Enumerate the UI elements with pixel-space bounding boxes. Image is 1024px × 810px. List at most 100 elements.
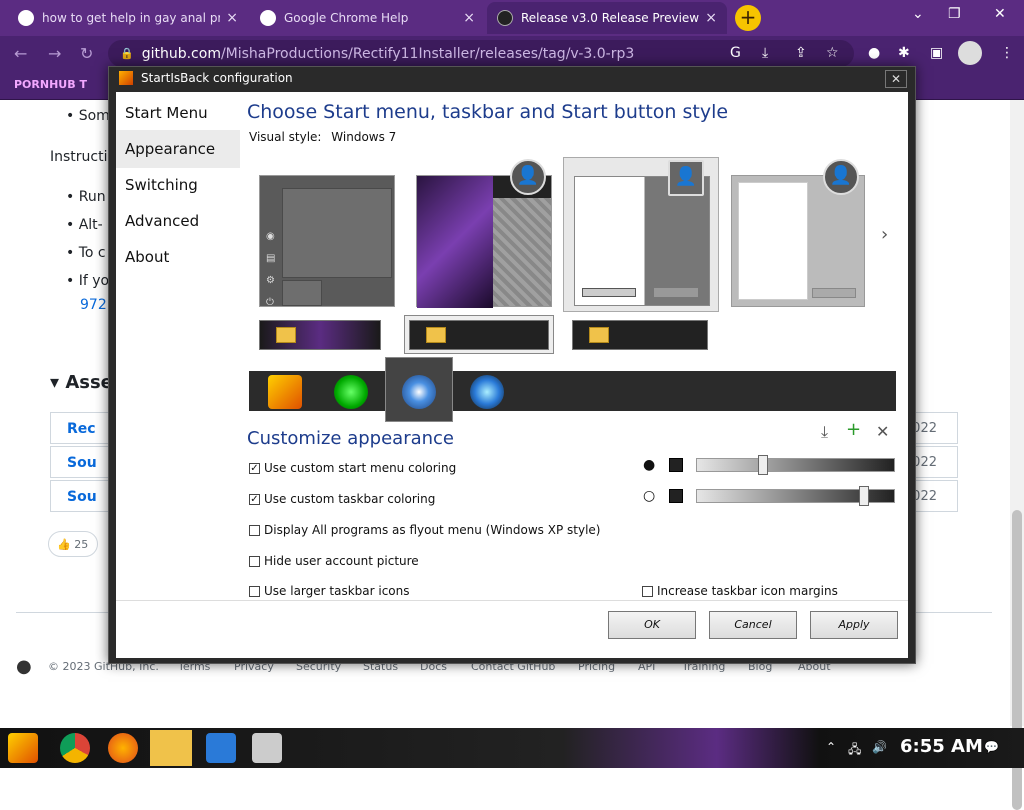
close-icon[interactable]: × [463,10,475,26]
install-icon[interactable]: ⤓ [762,45,768,61]
browser-toolbar: ← → ↻ 🔒 github.com /MishaProductions/Rec… [0,36,1024,70]
start-style-windows10[interactable]: ◉ ▤ ⚙ ⏻ [259,175,395,308]
explorer-taskbar-icon[interactable] [150,730,192,766]
nav-item-advanced[interactable]: Advanced [116,202,240,240]
document-taskbar-icon[interactable] [252,733,282,763]
bullet-text: • Som [66,108,110,124]
start-style-vista[interactable] [731,175,865,307]
remove-icon[interactable]: ✕ [876,422,889,441]
checkbox-custom-start[interactable]: ✓ [249,462,260,474]
orb-clover[interactable] [334,375,368,409]
assets-heading[interactable]: ▾ Asse [50,372,113,393]
dialog-close-button[interactable]: ✕ [885,70,907,88]
start-settings-taskbar-icon[interactable] [206,733,236,763]
tab-chrome-help[interactable]: Google Chrome Help × [250,2,485,34]
reaction-button[interactable]: 👍 25 [48,531,98,557]
tab-title: Google Chrome Help [284,11,409,25]
windows-taskbar: ⌃ 🖧 🔊 6:55 AM 💬 [0,728,1024,768]
checkbox-flyout[interactable] [249,524,260,536]
apply-button[interactable]: Apply [810,611,898,639]
share-icon[interactable]: ⇪ [795,45,807,61]
page-scrollbar[interactable] [1010,100,1024,810]
taskbar-style-dark[interactable] [572,320,708,350]
start-style-custom[interactable] [416,175,552,308]
start-button[interactable] [8,733,38,763]
visual-style[interactable]: Visual style: Windows 7 [249,130,396,144]
user-avatar-icon: 👤 [823,159,859,195]
taskbar-color-swatch[interactable] [669,489,683,503]
menu-icon[interactable]: ⋮ [1000,45,1014,61]
orb-windows-blue[interactable] [470,375,504,409]
option-flyout-menu[interactable]: Display All programs as flyout menu (Win… [249,523,600,537]
close-icon[interactable]: × [226,10,238,26]
nav-item-about[interactable]: About [116,238,240,276]
chevron-up-icon[interactable]: ⌃ [826,740,836,754]
google-lens-icon[interactable]: G [730,45,741,61]
chrome-taskbar-icon[interactable] [60,733,90,763]
start-opacity-slider[interactable] [696,455,895,475]
option-label: Increase taskbar icon margins [657,584,838,598]
close-icon[interactable]: × [705,10,717,26]
asset-name[interactable]: Rec [67,421,96,437]
profile-avatar[interactable] [958,41,982,65]
link-text[interactable]: 972 [80,297,107,313]
google-icon [18,10,34,26]
restore-icon[interactable]: ❐ [948,6,961,22]
nav-item-switching[interactable]: Switching [116,166,240,204]
slider-thumb[interactable] [859,486,869,506]
option-custom-taskbar-coloring[interactable]: ✓ Use custom taskbar coloring [249,492,435,506]
tab-release[interactable]: Release v3.0 Release Preview 3 × [487,2,727,34]
taskbar-opacity-slider[interactable] [696,486,895,506]
checkbox-hide-account[interactable] [249,555,260,567]
asset-name[interactable]: Sou [67,455,97,471]
chevron-down-icon[interactable]: ⌄ [912,6,924,22]
instructions-text: Instructio [50,149,117,165]
forward-icon[interactable]: → [48,44,61,63]
bookmark-item[interactable]: PORNHUB T [14,78,87,91]
asset-name[interactable]: Sou [67,489,97,505]
ok-button[interactable]: OK [608,611,696,639]
firefox-taskbar-icon[interactable] [108,733,138,763]
checkbox-larger-icons[interactable] [249,585,260,597]
slider-thumb[interactable] [758,455,768,475]
volume-icon[interactable]: 🔊 [872,740,887,754]
cancel-button[interactable]: Cancel [709,611,797,639]
section-heading: Choose Start menu, taskbar and Start but… [247,101,729,123]
start-color-swatch[interactable] [669,458,683,472]
checkbox-icon-margins[interactable] [642,585,653,597]
network-icon[interactable]: 🖧 [848,740,861,761]
tab-search[interactable]: how to get help in gay anal prac × [8,2,248,34]
add-icon[interactable]: + [846,419,861,440]
tab-title: how to get help in gay anal prac [42,11,221,25]
download-icon[interactable]: ⤓ [821,422,828,442]
option-label: Hide user account picture [264,554,419,568]
option-label: Use larger taskbar icons [264,584,410,598]
chevron-right-icon[interactable]: › [881,224,888,245]
nav-item-appearance[interactable]: Appearance [116,130,240,168]
notification-icon[interactable]: 💬 [984,740,999,754]
checkbox-custom-taskbar[interactable]: ✓ [249,493,260,505]
orb-windows7[interactable] [402,375,436,409]
extensions-icon[interactable]: ✱ [898,45,910,61]
side-panel-icon[interactable]: ▣ [930,45,943,61]
taskbar-style-custom[interactable] [259,320,381,350]
orb-custom[interactable] [268,375,302,409]
back-icon[interactable]: ← [14,44,27,63]
address-bar[interactable]: 🔒 github.com /MishaProductions/Rectify11… [108,40,854,67]
option-icon-margins[interactable]: Increase taskbar icon margins [642,584,838,598]
nav-item-start-menu[interactable]: Start Menu [116,94,240,132]
user-avatar-icon: 👤 [668,160,704,196]
power-icon: ◉ ▤ ⚙ ⏻ [266,231,276,308]
taskbar-style-windows7[interactable] [409,320,549,350]
github-logo-icon: ● [16,656,32,677]
close-window-icon[interactable]: ✕ [994,6,1006,22]
visual-style-value[interactable]: Windows 7 [331,130,396,144]
extension-avatar-icon[interactable]: ● [868,45,880,61]
reload-icon[interactable]: ↻ [80,44,93,63]
option-custom-start-coloring[interactable]: ✓ Use custom start menu coloring [249,461,456,475]
option-hide-account-picture[interactable]: Hide user account picture [249,554,419,568]
taskbar-clock[interactable]: 6:55 AM [900,736,983,757]
option-larger-taskbar-icons[interactable]: Use larger taskbar icons [249,584,410,598]
new-tab-button[interactable]: + [735,5,761,31]
bookmark-star-icon[interactable]: ☆ [826,45,839,61]
